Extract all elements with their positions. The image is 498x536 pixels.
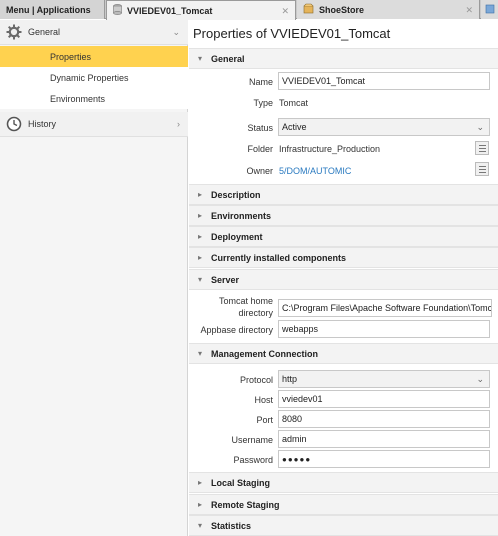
chevron-down-icon: ⌄ bbox=[476, 122, 484, 132]
section-management-connection[interactable]: ▾ Management Connection bbox=[189, 343, 498, 364]
menu-applications-label: Menu | Applications bbox=[6, 4, 91, 15]
chevron-right-icon: › bbox=[177, 119, 180, 129]
folder-picker-button[interactable] bbox=[475, 141, 489, 155]
tomcat-home-input[interactable]: C:\Program Files\Apache Software Foundat… bbox=[278, 299, 492, 317]
tab-overflow-button[interactable] bbox=[481, 0, 498, 19]
gear-icon bbox=[6, 24, 22, 40]
properties-panel: Properties of VVIEDEV01_Tomcat ▾ General… bbox=[189, 20, 498, 536]
tab-shoestore-label: ShoeStore bbox=[319, 4, 365, 15]
close-icon[interactable]: ✕ bbox=[281, 6, 289, 17]
status-label: Status bbox=[247, 123, 273, 133]
protocol-select[interactable]: http ⌄ bbox=[278, 370, 490, 388]
section-deployment-label: Deployment bbox=[211, 231, 263, 242]
tab-shoestore[interactable]: ShoeStore ✕ bbox=[297, 0, 480, 19]
sidebar-item-environments[interactable]: Environments bbox=[0, 88, 188, 109]
password-input[interactable]: ●●●●● bbox=[278, 450, 490, 468]
username-input[interactable]: admin bbox=[278, 430, 490, 448]
collapsed-arrow-icon: ▸ bbox=[197, 190, 202, 199]
clock-icon bbox=[6, 116, 22, 132]
section-deployment[interactable]: ▸ Deployment bbox=[189, 226, 498, 247]
section-statistics-label: Statistics bbox=[211, 520, 252, 531]
section-description[interactable]: ▸ Description bbox=[189, 184, 498, 205]
section-installed-components[interactable]: ▸ Currently installed components bbox=[189, 247, 498, 268]
expanded-arrow-icon: ▾ bbox=[197, 275, 202, 284]
port-label: Port bbox=[256, 415, 273, 425]
section-description-label: Description bbox=[211, 189, 261, 200]
collapsed-arrow-icon: ▸ bbox=[197, 211, 202, 220]
collapsed-arrow-icon: ▸ bbox=[197, 500, 202, 509]
overflow-icon bbox=[485, 4, 495, 16]
folder-label: Folder bbox=[247, 144, 273, 154]
appbase-label: Appbase directory bbox=[200, 325, 273, 335]
password-label: Password bbox=[233, 455, 273, 465]
list-icon bbox=[478, 144, 486, 153]
sidebar-section-history-label: History bbox=[28, 119, 57, 129]
collapsed-arrow-icon: ▸ bbox=[197, 478, 202, 487]
owner-label: Owner bbox=[246, 166, 273, 176]
section-local-staging[interactable]: ▸ Local Staging bbox=[189, 472, 498, 493]
sidebar: General ⌄ Properties Dynamic Properties … bbox=[0, 20, 188, 536]
section-general-label: General bbox=[211, 53, 245, 64]
section-server[interactable]: ▾ Server bbox=[189, 269, 498, 290]
host-label: Host bbox=[254, 395, 273, 405]
expanded-arrow-icon: ▾ bbox=[197, 349, 202, 358]
host-input[interactable]: vviedev01 bbox=[278, 390, 490, 408]
folder-value: Infrastructure_Production bbox=[279, 144, 381, 154]
owner-link[interactable]: 5/DOM/AUTOMIC bbox=[279, 166, 351, 176]
list-icon bbox=[478, 165, 486, 174]
expanded-arrow-icon: ▾ bbox=[197, 521, 202, 530]
status-select-value: Active bbox=[282, 122, 307, 132]
menu-applications-tab[interactable]: Menu | Applications bbox=[0, 0, 105, 19]
section-statistics[interactable]: ▾ Statistics bbox=[189, 515, 498, 536]
collapsed-arrow-icon: ▸ bbox=[197, 232, 202, 241]
tomcat-home-label-line1: Tomcat home bbox=[218, 296, 273, 306]
section-environments[interactable]: ▸ Environments bbox=[189, 205, 498, 226]
chevron-down-icon: ⌄ bbox=[476, 374, 484, 384]
protocol-select-value: http bbox=[282, 374, 298, 384]
tomcat-home-label: Tomcat home directory bbox=[189, 295, 273, 319]
name-label: Name bbox=[248, 77, 273, 87]
status-select[interactable]: Active ⌄ bbox=[278, 118, 490, 136]
protocol-label: Protocol bbox=[239, 375, 273, 385]
section-installed-components-label: Currently installed components bbox=[211, 252, 347, 263]
close-icon[interactable]: ✕ bbox=[465, 5, 473, 16]
section-remote-staging[interactable]: ▸ Remote Staging bbox=[189, 494, 498, 515]
database-icon bbox=[113, 4, 122, 17]
section-server-label: Server bbox=[211, 274, 240, 285]
tomcat-home-label-line2: directory bbox=[238, 308, 273, 318]
name-input[interactable]: VVIEDEV01_Tomcat bbox=[278, 72, 490, 90]
section-environments-label: Environments bbox=[211, 210, 272, 221]
owner-picker-button[interactable] bbox=[475, 162, 489, 176]
tab-bar: Menu | Applications VVIEDEV01_Tomcat ✕ S… bbox=[0, 0, 498, 20]
chevron-down-icon: ⌄ bbox=[172, 26, 180, 37]
section-management-connection-label: Management Connection bbox=[211, 348, 319, 359]
section-remote-staging-label: Remote Staging bbox=[211, 499, 280, 510]
sidebar-section-general-label: General bbox=[28, 27, 61, 37]
tab-vviedev01-tomcat-label: VVIEDEV01_Tomcat bbox=[127, 5, 213, 16]
sidebar-item-dynamic-properties[interactable]: Dynamic Properties bbox=[0, 67, 188, 88]
page-title: Properties of VVIEDEV01_Tomcat bbox=[193, 26, 391, 41]
type-label: Type bbox=[253, 98, 273, 108]
section-general[interactable]: ▾ General bbox=[189, 48, 498, 69]
tab-vviedev01-tomcat[interactable]: VVIEDEV01_Tomcat ✕ bbox=[106, 0, 296, 20]
collapsed-arrow-icon: ▸ bbox=[197, 253, 202, 262]
appbase-input[interactable]: webapps bbox=[278, 320, 490, 338]
expanded-arrow-icon: ▾ bbox=[197, 54, 202, 63]
package-icon bbox=[303, 3, 314, 16]
type-value: Tomcat bbox=[279, 98, 309, 108]
username-label: Username bbox=[231, 435, 273, 445]
sidebar-section-history[interactable]: History › bbox=[0, 112, 188, 137]
port-input[interactable]: 8080 bbox=[278, 410, 490, 428]
sidebar-item-properties[interactable]: Properties bbox=[0, 46, 188, 67]
section-local-staging-label: Local Staging bbox=[211, 477, 271, 488]
sidebar-section-general[interactable]: General ⌄ bbox=[0, 20, 188, 45]
